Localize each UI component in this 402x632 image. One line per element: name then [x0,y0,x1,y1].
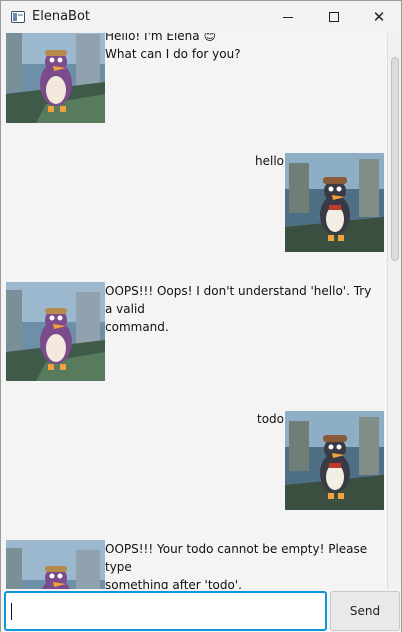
message-line: Hello! I'm Elena 😊 [105,33,216,43]
bot-avatar-image [6,33,105,123]
send-button[interactable]: Send [330,591,400,631]
message-line: OOPS!!! Oops! I don't understand 'hello'… [105,284,372,316]
bot-avatar [6,33,105,123]
chat-scroll-pane[interactable]: Hello! I'm Elena 😊 What can I do for you… [1,33,387,589]
minimize-icon [283,16,293,18]
minimize-button[interactable] [265,1,311,33]
bot-message: OOPS!!! Your todo cannot be empty! Pleas… [105,540,375,589]
app-window: ElenaBot ✕ Hello! I'm Elena 😊 What can I… [0,0,402,632]
title-bar[interactable]: ElenaBot ✕ [1,1,401,33]
user-message: hello [201,152,284,170]
scrollbar-thumb[interactable] [391,57,399,261]
user-avatar [285,153,384,252]
message-line: hello [255,154,284,168]
bot-avatar-image [6,540,105,589]
message-line: todo [256,412,284,426]
message-line: something after 'todo'. [105,578,242,589]
close-icon: ✕ [372,7,386,26]
bot-avatar [6,282,105,381]
maximize-button[interactable] [311,1,357,33]
message-input[interactable] [4,591,327,631]
bot-message: Hello! I'm Elena 😊 What can I do for you… [105,33,375,63]
bot-avatar [6,540,105,589]
message-line: OOPS!!! Your todo cannot be empty! Pleas… [105,542,368,574]
vertical-scrollbar[interactable] [387,33,401,589]
message-line: command. [105,320,169,334]
message-line: What can I do for you? [105,47,241,61]
app-icon [11,11,25,23]
input-row: Send [1,589,401,632]
user-avatar-image [285,411,384,510]
bot-message: OOPS!!! Oops! I don't understand 'hello'… [105,282,375,336]
user-avatar [285,411,384,510]
maximize-icon [329,12,339,22]
user-message: todo [201,410,284,428]
user-avatar-image [285,153,384,252]
bot-avatar-image [6,282,105,381]
window-title: ElenaBot [32,9,90,24]
text-caret [11,603,12,620]
close-button[interactable]: ✕ [356,1,402,33]
